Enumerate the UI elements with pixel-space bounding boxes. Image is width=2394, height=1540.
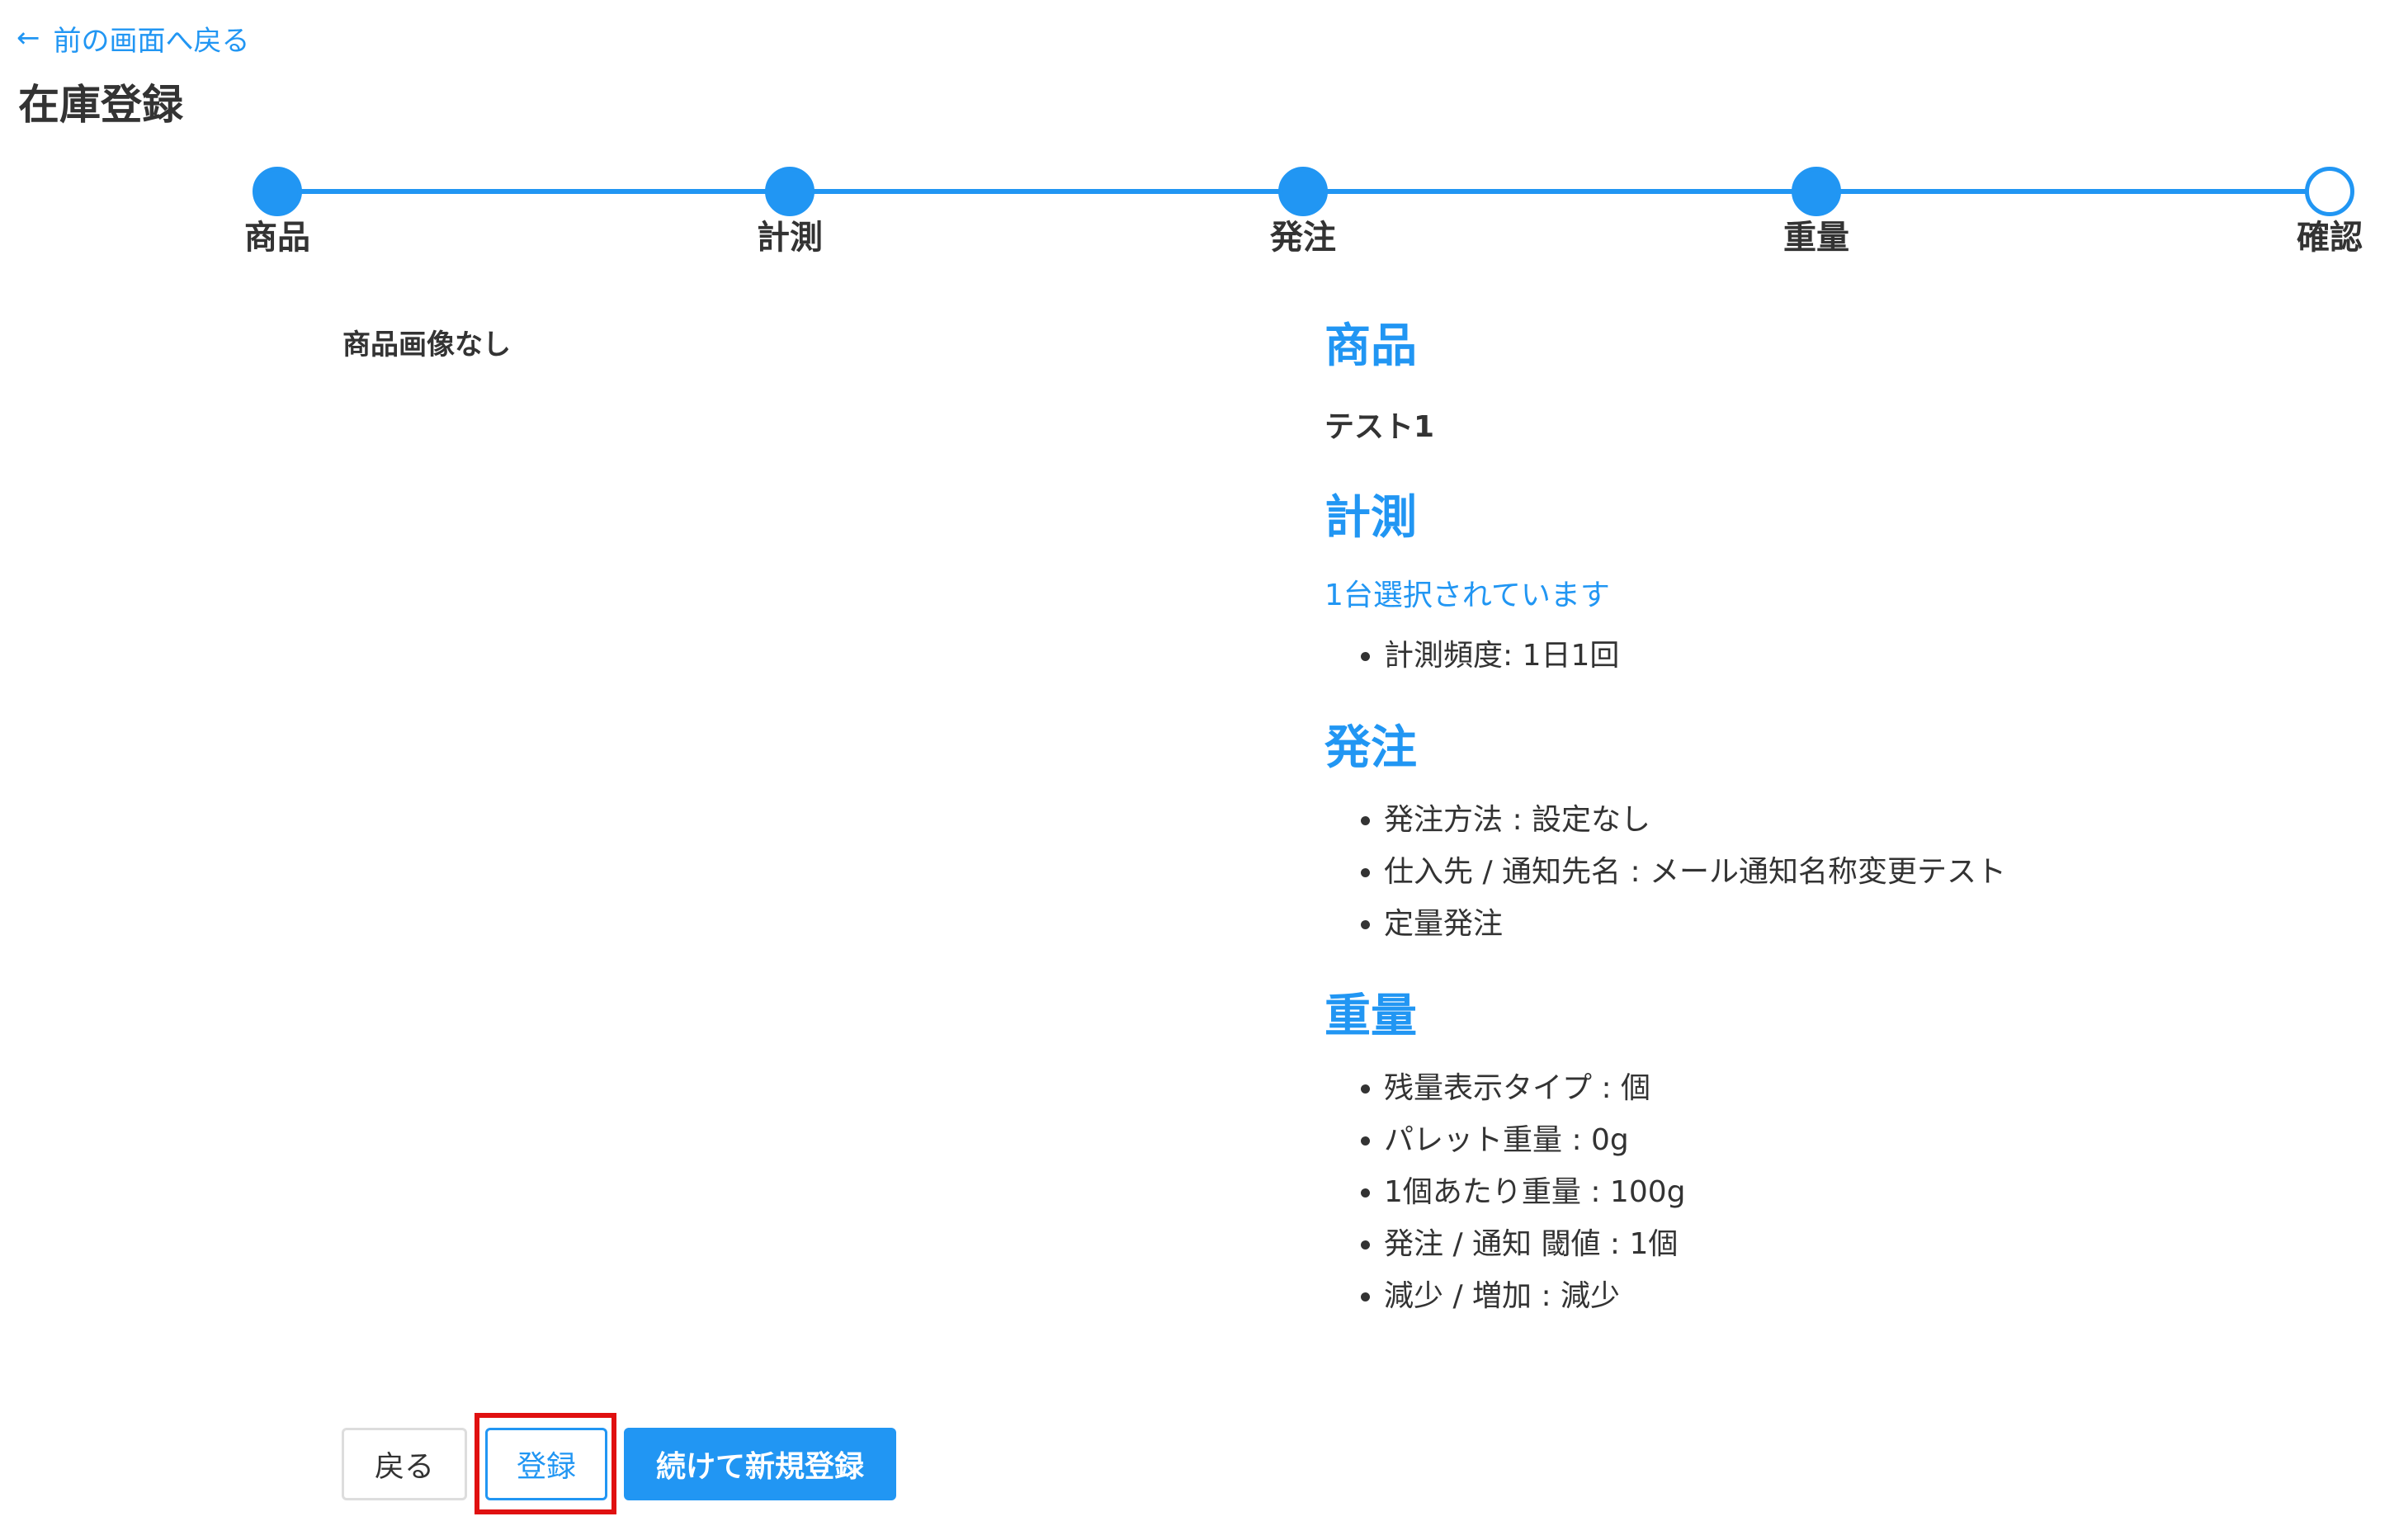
- list-item: パレット重量 : 0g: [1384, 1114, 2315, 1166]
- back-button[interactable]: 戻る: [342, 1428, 467, 1500]
- arrow-left-icon: ←: [17, 21, 40, 54]
- section-heading-order: 発注: [1324, 721, 1417, 775]
- list-item: 発注方法 : 設定なし: [1384, 794, 2315, 846]
- section-heading-measurement: 計測: [1324, 491, 1417, 545]
- step-connector: [1303, 189, 1816, 194]
- list-item: 計測頻度: 1日1回: [1384, 630, 2315, 682]
- list-item: 減少 / 増加 : 減少: [1384, 1270, 2315, 1322]
- progress-stepper: 商品 計測 発注 重量 確認: [0, 157, 2394, 272]
- list-item: 1個あたり重量 : 100g: [1384, 1166, 2315, 1218]
- list-item: 仕入先 / 通知先名 : メール通知名称変更テスト: [1384, 846, 2315, 898]
- section-heading-weight: 重量: [1324, 990, 1417, 1043]
- back-link[interactable]: ← 前の画面へ戻る: [17, 17, 250, 59]
- no-image-placeholder: 商品画像なし: [342, 328, 511, 361]
- step-label-measurement: 計測: [757, 219, 823, 257]
- step-connector: [1816, 189, 2330, 194]
- step-label-confirm: 確認: [2297, 219, 2363, 257]
- back-link-label: 前の画面へ戻る: [53, 24, 250, 58]
- list-item: 残量表示タイプ : 個: [1384, 1062, 2315, 1114]
- measurement-list: 計測頻度: 1日1回: [1324, 630, 2315, 682]
- order-list: 発注方法 : 設定なし 仕入先 / 通知先名 : メール通知名称変更テスト 定量…: [1324, 794, 2315, 950]
- step-label-order: 発注: [1270, 219, 1336, 257]
- product-name: テスト1: [1324, 410, 1435, 444]
- step-dot-confirm: [2305, 167, 2354, 216]
- list-item: 発注 / 通知 閾値 : 1個: [1384, 1218, 2315, 1270]
- register-button[interactable]: 登録: [485, 1428, 607, 1500]
- section-heading-product: 商品: [1324, 319, 1417, 373]
- step-connector: [277, 189, 790, 194]
- page-title: 在庫登録: [18, 81, 183, 129]
- step-dot-weight: [1792, 167, 1841, 216]
- list-item: 定量発注: [1384, 898, 2315, 950]
- step-dot-order: [1278, 167, 1328, 216]
- step-dot-product: [253, 167, 302, 216]
- step-label-product: 商品: [244, 219, 310, 257]
- step-label-weight: 重量: [1783, 219, 1849, 257]
- step-connector: [790, 189, 1303, 194]
- step-dot-measurement: [765, 167, 815, 216]
- selected-devices-link[interactable]: 1台選択されています: [1324, 575, 2315, 616]
- continue-register-button[interactable]: 続けて新規登録: [624, 1428, 896, 1500]
- confirmation-details: 商品 テスト1 計測 1台選択されています 計測頻度: 1日1回 発注 発注方法…: [1324, 309, 2315, 1352]
- weight-list: 残量表示タイプ : 個 パレット重量 : 0g 1個あたり重量 : 100g 発…: [1324, 1062, 2315, 1322]
